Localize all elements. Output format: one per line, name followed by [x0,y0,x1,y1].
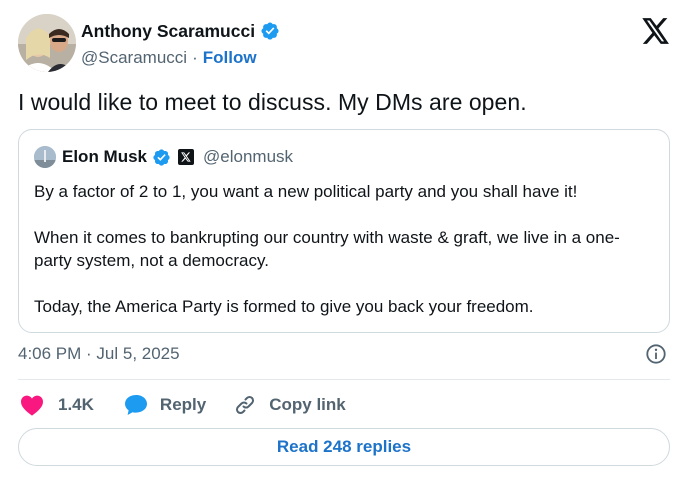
avatar-photo [18,14,76,72]
read-replies-button[interactable]: Read 248 replies [18,428,670,466]
verified-badge-icon [261,22,279,40]
tweet-text: I would like to meet to discuss. My DMs … [18,89,527,115]
quoted-author-avatar [34,146,56,168]
info-icon[interactable] [645,343,667,365]
quoted-author-name: Elon Musk [62,147,148,166]
x-affiliation-icon [178,149,195,165]
separator-dot: · [192,48,198,67]
author-handle[interactable]: @Scaramucci [81,48,187,68]
author-name[interactable]: Anthony Scaramucci [81,21,255,42]
like-count: 1.4K [58,395,94,414]
verified-badge-icon [153,148,170,166]
follow-button[interactable]: Follow [203,48,257,68]
x-logo-icon[interactable] [642,18,670,44]
quoted-paragraph: By a factor of 2 to 1, you want a new po… [34,182,578,201]
quoted-tweet[interactable]: Elon Musk @elonmusk By a factor of 2 to … [18,129,670,333]
link-icon [236,395,255,415]
like-button[interactable]: 1.4K [20,394,94,416]
quoted-paragraph: When it comes to bankrupting our country… [34,228,620,270]
reply-button[interactable]: Reply [124,394,206,416]
copy-link-button[interactable]: Copy link [233,393,346,417]
divider [18,379,670,380]
quoted-tweet-body: By a factor of 2 to 1, you want a new po… [34,180,654,318]
tweet-header: Anthony Scaramucci @Scaramucci · Follow [18,14,672,74]
reply-label: Reply [159,395,207,414]
tweet-timestamp[interactable]: 4:06 PM · Jul 5, 2025 [18,344,180,364]
heart-icon [21,395,43,416]
author-avatar[interactable] [18,14,76,72]
action-bar: 1.4K Reply Copy link [18,392,346,418]
quoted-author-handle: @elonmusk [203,147,294,166]
copy-link-label: Copy link [269,395,346,414]
quoted-paragraph: Today, the America Party is formed to gi… [34,297,534,316]
speech-bubble-icon [124,395,147,415]
